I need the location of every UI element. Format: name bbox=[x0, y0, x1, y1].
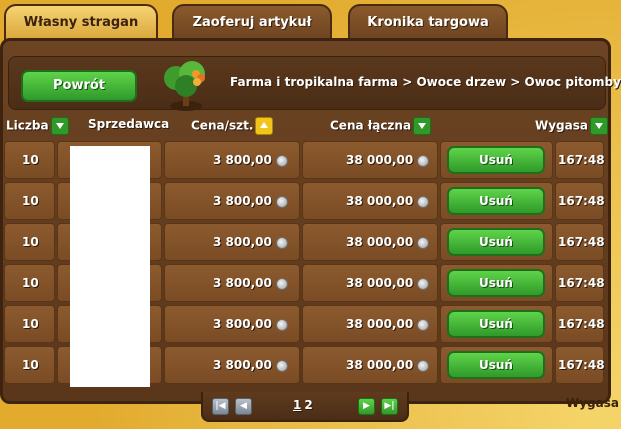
sort-down-icon[interactable] bbox=[590, 117, 608, 135]
breadcrumb: Farma i tropikalna farma > Owoce drzew >… bbox=[230, 75, 621, 89]
header-unit-price-label: Cena/szt. bbox=[191, 118, 254, 133]
next-page-icon[interactable]: ▶ bbox=[358, 398, 375, 415]
row-total-price: 38 000,00 bbox=[346, 182, 430, 220]
silver-coin-icon bbox=[417, 318, 430, 331]
silver-coin-icon bbox=[417, 277, 430, 290]
first-page-icon[interactable]: |◀ bbox=[212, 398, 229, 415]
row-expires: 167:48 bbox=[558, 358, 605, 372]
remove-button[interactable]: Usuń bbox=[447, 146, 545, 174]
last-page-icon[interactable]: ▶| bbox=[381, 398, 398, 415]
row-expires: 167:48 bbox=[558, 153, 605, 167]
header-expires-label: Wygasa bbox=[535, 118, 588, 133]
row-expires: 167:48 bbox=[558, 194, 605, 208]
row-count: 10 bbox=[22, 276, 39, 290]
remove-button[interactable]: Usuń bbox=[447, 269, 545, 297]
seller-redacted bbox=[70, 146, 150, 387]
tab-own-stall[interactable]: Własny stragan bbox=[4, 4, 158, 40]
remove-button[interactable]: Usuń bbox=[447, 351, 545, 379]
row-expires: 167:48 bbox=[558, 317, 605, 331]
silver-coin-icon bbox=[275, 359, 288, 372]
fruit-tree-icon bbox=[160, 58, 212, 112]
row-unit-price: 3 800,00 bbox=[213, 141, 288, 179]
row-total-price: 38 000,00 bbox=[346, 141, 430, 179]
header-total-price[interactable]: Cena łączna bbox=[330, 117, 432, 137]
sort-down-icon[interactable] bbox=[413, 117, 432, 135]
header-seller: Sprzedawca bbox=[88, 117, 170, 131]
remove-button[interactable]: Usuń bbox=[447, 187, 545, 215]
silver-coin-icon bbox=[417, 359, 430, 372]
row-count: 10 bbox=[22, 358, 39, 372]
row-unit-price: 3 800,00 bbox=[213, 182, 288, 220]
header-count[interactable]: Liczba bbox=[6, 117, 69, 137]
row-total-price: 38 000,00 bbox=[346, 264, 430, 302]
row-unit-price: 3 800,00 bbox=[213, 305, 288, 343]
silver-coin-icon bbox=[275, 154, 288, 167]
remove-button[interactable]: Usuń bbox=[447, 228, 545, 256]
sort-up-icon[interactable] bbox=[255, 117, 274, 135]
back-button[interactable]: Powrót bbox=[21, 70, 137, 102]
page-numbers[interactable]: 12 bbox=[293, 398, 316, 412]
silver-coin-icon bbox=[275, 236, 288, 249]
silver-coin-icon bbox=[417, 154, 430, 167]
tab-market-chronicle[interactable]: Kronika targowa bbox=[348, 4, 508, 40]
silver-coin-icon bbox=[417, 236, 430, 249]
page-2[interactable]: 2 bbox=[304, 398, 312, 412]
row-total-price: 38 000,00 bbox=[346, 223, 430, 261]
page-1[interactable]: 1 bbox=[293, 398, 301, 412]
header-total-price-label: Cena łączna bbox=[330, 118, 412, 133]
row-total-price: 38 000,00 bbox=[346, 346, 430, 384]
row-unit-price: 3 800,00 bbox=[213, 264, 288, 302]
header-expires[interactable]: Wygasa bbox=[535, 117, 608, 137]
row-count: 10 bbox=[22, 317, 39, 331]
row-total-price: 38 000,00 bbox=[346, 305, 430, 343]
silver-coin-icon bbox=[275, 195, 288, 208]
prev-page-icon[interactable]: ◀ bbox=[235, 398, 252, 415]
row-expires: 167:48 bbox=[558, 235, 605, 249]
row-count: 10 bbox=[22, 235, 39, 249]
row-unit-price: 3 800,00 bbox=[213, 346, 288, 384]
row-count: 10 bbox=[22, 153, 39, 167]
header-unit-price[interactable]: Cena/szt. bbox=[191, 117, 274, 137]
tab-offer-item[interactable]: Zaoferuj artykuł bbox=[172, 4, 332, 40]
silver-coin-icon bbox=[275, 277, 288, 290]
remove-button[interactable]: Usuń bbox=[447, 310, 545, 338]
row-unit-price: 3 800,00 bbox=[213, 223, 288, 261]
header-count-label: Liczba bbox=[6, 118, 49, 133]
silver-coin-icon bbox=[417, 195, 430, 208]
silver-coin-icon bbox=[275, 318, 288, 331]
row-count: 10 bbox=[22, 194, 39, 208]
sort-down-icon[interactable] bbox=[50, 117, 69, 135]
row-expires: 167:48 bbox=[558, 276, 605, 290]
corner-expires-hint: Wygasa bbox=[566, 396, 619, 410]
